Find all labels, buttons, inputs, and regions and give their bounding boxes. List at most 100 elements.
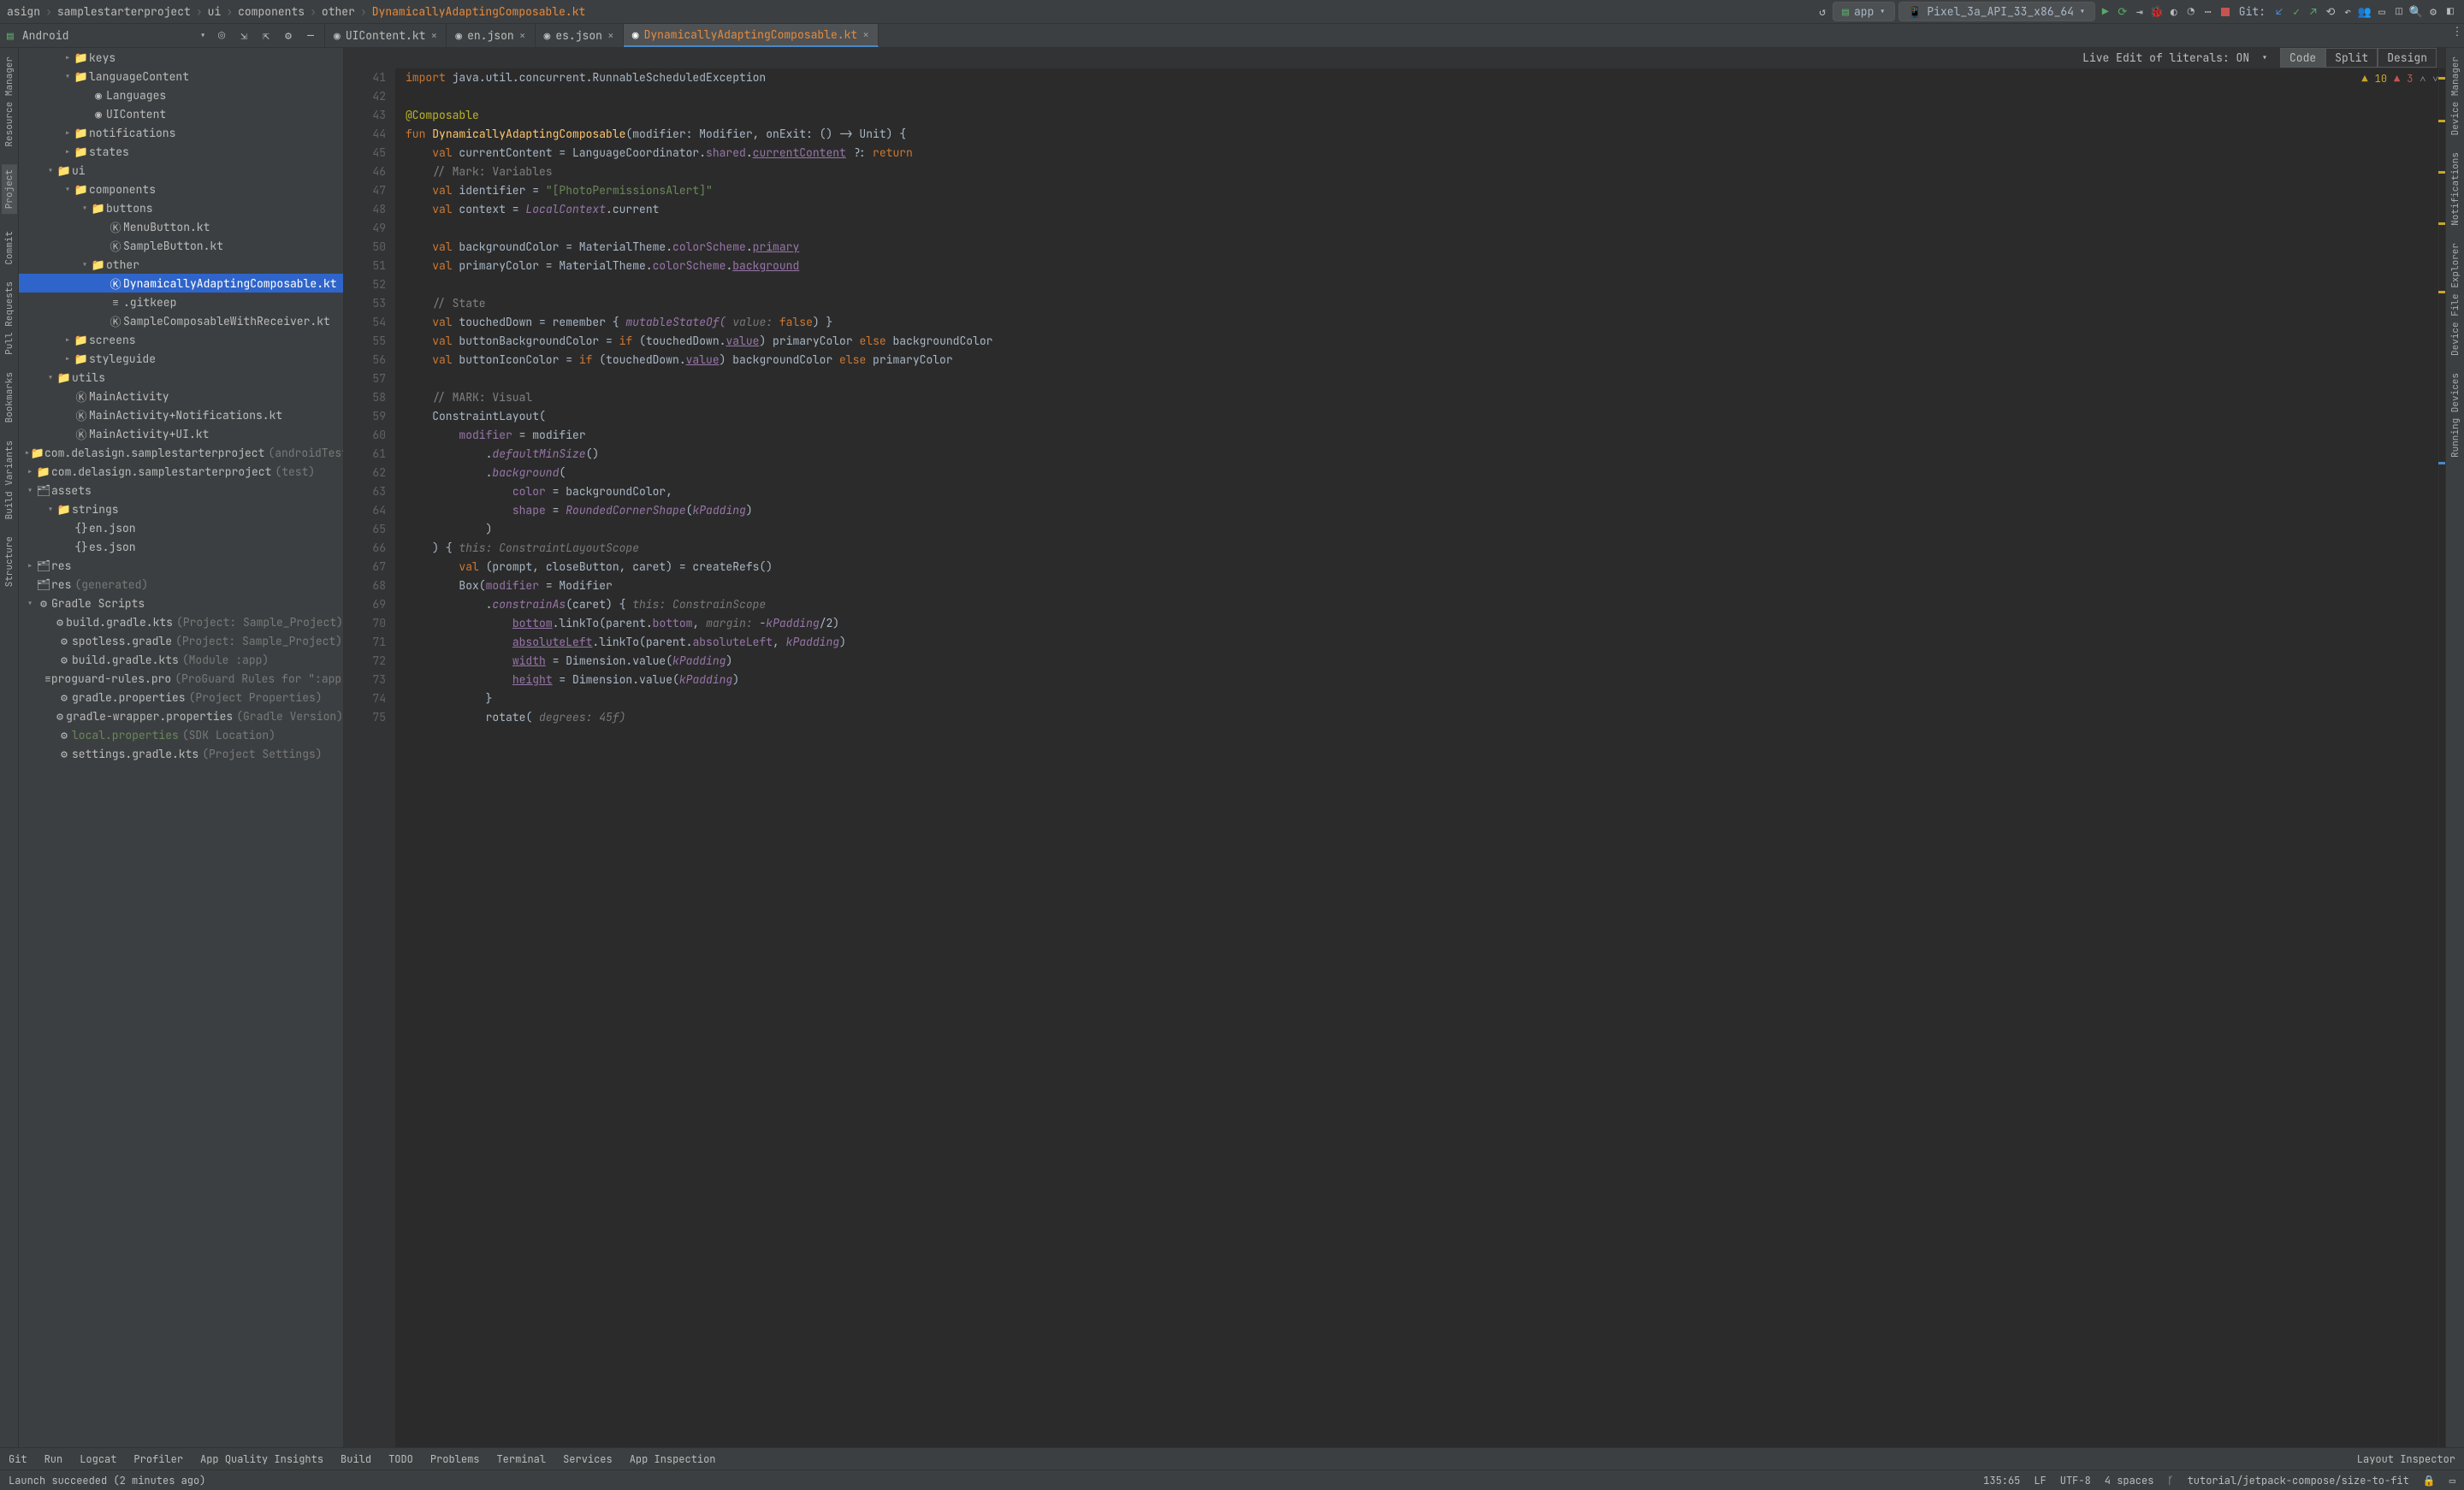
layout-inspector-button[interactable]: Layout Inspector bbox=[2357, 1452, 2455, 1466]
git-history-icon[interactable]: ⟲ bbox=[2324, 5, 2337, 19]
tree-row[interactable]: ▸📁keys bbox=[19, 48, 343, 67]
editor-tab[interactable]: ◉es.json× bbox=[536, 24, 624, 47]
view-mode-option[interactable]: Design bbox=[2378, 48, 2437, 68]
memory-icon[interactable]: ▭ bbox=[2449, 1474, 2455, 1487]
line-number[interactable]: 65 bbox=[352, 520, 386, 539]
code-line[interactable]: fun DynamicallyAdaptingComposable(modifi… bbox=[406, 125, 2435, 144]
code-line[interactable]: // Mark: Variables bbox=[406, 163, 2435, 181]
code-line[interactable]: // MARK: Visual bbox=[406, 388, 2435, 407]
code-line[interactable]: ConstraintLayout( bbox=[406, 407, 2435, 426]
crumb-item[interactable]: asign bbox=[7, 4, 40, 19]
tree-row[interactable]: ⓀMainActivity+UI.kt bbox=[19, 424, 343, 443]
tree-row[interactable]: ▸📁com.delasign.samplestarterproject(test… bbox=[19, 462, 343, 481]
line-number[interactable]: 73 bbox=[352, 671, 386, 689]
editor-tab[interactable]: ◉en.json× bbox=[447, 24, 535, 47]
tree-row[interactable]: ▸📁styleguide bbox=[19, 349, 343, 368]
line-number[interactable]: 63 bbox=[352, 482, 386, 501]
chevron-icon[interactable]: ▸ bbox=[62, 333, 74, 347]
tree-row[interactable]: ▸📁com.delasign.samplestarterproject(andr… bbox=[19, 443, 343, 462]
code-line[interactable]: ) bbox=[406, 520, 2435, 539]
line-number[interactable]: 49 bbox=[352, 219, 386, 238]
crumb-item[interactable]: other bbox=[322, 4, 355, 19]
crumb-item[interactable]: ui bbox=[208, 4, 222, 19]
tool-window-tab[interactable]: Device File Explorer bbox=[2449, 243, 2461, 356]
chevron-icon[interactable]: ▾ bbox=[24, 596, 36, 611]
bottom-tool-button[interactable]: App Inspection bbox=[630, 1452, 716, 1466]
run-icon[interactable]: ▶ bbox=[2099, 5, 2112, 19]
device-mirror-icon[interactable]: ▭ bbox=[2375, 5, 2389, 19]
code-line[interactable]: val context = LocalContext.current bbox=[406, 200, 2435, 219]
stop-icon[interactable] bbox=[2218, 5, 2232, 19]
line-separator[interactable]: LF bbox=[2034, 1474, 2046, 1487]
code-line[interactable]: val (prompt, closeButton, caret) = creat… bbox=[406, 558, 2435, 576]
chevron-icon[interactable]: ▾ bbox=[62, 182, 74, 197]
code-area[interactable]: import java.util.concurrent.RunnableSche… bbox=[395, 68, 2445, 1447]
code-line[interactable] bbox=[406, 87, 2435, 106]
tool-window-tab[interactable]: Commit bbox=[3, 231, 15, 265]
tree-row[interactable]: ▾📁other bbox=[19, 255, 343, 274]
tree-row[interactable]: ⓀMainActivity+Notifications.kt bbox=[19, 405, 343, 424]
tool-window-tab[interactable]: Device Manager bbox=[2449, 56, 2461, 135]
crumb-item[interactable]: components bbox=[238, 4, 305, 19]
code-line[interactable]: height = Dimension.value(kPadding) bbox=[406, 671, 2435, 689]
line-number[interactable]: 67 bbox=[352, 558, 386, 576]
tree-row[interactable]: ◉UIContent bbox=[19, 104, 343, 123]
tree-row[interactable]: ≡.gitkeep bbox=[19, 293, 343, 311]
code-line[interactable]: color = backgroundColor, bbox=[406, 482, 2435, 501]
project-view-mode[interactable]: Android bbox=[22, 28, 191, 43]
tab-menu-icon[interactable]: ⋮ bbox=[2450, 24, 2464, 38]
bottom-tool-button[interactable]: App Quality Insights bbox=[200, 1452, 323, 1466]
code-line[interactable]: val backgroundColor = MaterialTheme.colo… bbox=[406, 238, 2435, 257]
expand-icon[interactable]: ⇲ bbox=[237, 29, 251, 43]
bottom-tool-button[interactable]: Build bbox=[341, 1452, 371, 1466]
encoding[interactable]: UTF-8 bbox=[2060, 1474, 2091, 1487]
code-line[interactable] bbox=[406, 275, 2435, 294]
collapse-icon[interactable]: ⇱ bbox=[259, 29, 273, 43]
tree-row[interactable]: ▾🗂assets bbox=[19, 481, 343, 500]
line-number[interactable]: 57 bbox=[352, 370, 386, 388]
lock-icon[interactable]: 🔒 bbox=[2423, 1474, 2436, 1487]
git-branch[interactable]: tutorial/jetpack-compose/size-to-fit bbox=[2188, 1474, 2409, 1487]
tool-window-tab[interactable]: Notifications bbox=[2449, 152, 2461, 226]
close-icon[interactable]: × bbox=[430, 28, 437, 43]
close-icon[interactable]: × bbox=[862, 27, 869, 42]
line-number[interactable]: 45 bbox=[352, 144, 386, 163]
tree-row[interactable]: ▸📁screens bbox=[19, 330, 343, 349]
tree-row[interactable]: ⓀDynamicallyAdaptingComposable.kt bbox=[19, 274, 343, 293]
tree-row[interactable]: ⚙build.gradle.kts(Module :app) bbox=[19, 650, 343, 669]
close-icon[interactable]: × bbox=[607, 28, 614, 43]
tree-row[interactable]: ▾📁languageContent bbox=[19, 67, 343, 86]
tool-window-tab[interactable]: Resource Manager bbox=[3, 56, 15, 147]
caret-position[interactable]: 135:65 bbox=[1983, 1474, 2020, 1487]
tree-row[interactable]: ▾📁utils bbox=[19, 368, 343, 387]
line-number[interactable]: 75 bbox=[352, 708, 386, 727]
tree-row[interactable]: ▸🗂res bbox=[19, 556, 343, 575]
code-line[interactable]: ) { this: ConstraintLayoutScope bbox=[406, 539, 2435, 558]
tree-row[interactable]: ⚙settings.gradle.kts(Project Settings) bbox=[19, 744, 343, 763]
code-line[interactable]: val buttonBackgroundColor = if (touchedD… bbox=[406, 332, 2435, 351]
target-icon[interactable]: ◎ bbox=[215, 29, 228, 43]
line-number[interactable]: 54 bbox=[352, 313, 386, 332]
editor-tab[interactable]: ◉UIContent.kt× bbox=[325, 24, 447, 47]
bottom-tool-button[interactable]: Services bbox=[563, 1452, 613, 1466]
tree-row[interactable]: ⚙local.properties(SDK Location) bbox=[19, 725, 343, 744]
code-line[interactable]: val buttonIconColor = if (touchedDown.va… bbox=[406, 351, 2435, 370]
view-mode-segmented[interactable]: CodeSplitDesign bbox=[2280, 48, 2437, 68]
crumb-item[interactable]: samplestarterproject bbox=[57, 4, 191, 19]
line-number[interactable]: 66 bbox=[352, 539, 386, 558]
chevron-icon[interactable]: ▾ bbox=[44, 163, 56, 178]
undo-icon[interactable]: ↶ bbox=[2341, 5, 2354, 19]
line-number[interactable]: 42 bbox=[352, 87, 386, 106]
tree-row[interactable]: ▸📁states bbox=[19, 142, 343, 161]
tree-row[interactable]: ▾📁buttons bbox=[19, 198, 343, 217]
search-icon[interactable]: 🔍 bbox=[2409, 5, 2423, 19]
debug-icon[interactable]: 🐞 bbox=[2150, 5, 2164, 19]
tree-row[interactable]: ▾📁ui bbox=[19, 161, 343, 180]
code-line[interactable] bbox=[406, 219, 2435, 238]
line-number[interactable]: 50 bbox=[352, 238, 386, 257]
inspection-summary[interactable]: ▲10 ▲3 ˄ ˅ bbox=[2361, 72, 2438, 86]
error-stripe[interactable] bbox=[2438, 68, 2445, 1447]
code-line[interactable]: absoluteLeft.linkTo(parent.absoluteLeft,… bbox=[406, 633, 2435, 652]
tool-window-tab[interactable]: Build Variants bbox=[3, 440, 15, 519]
code-line[interactable]: val identifier = "[PhotoPermissionsAlert… bbox=[406, 181, 2435, 200]
